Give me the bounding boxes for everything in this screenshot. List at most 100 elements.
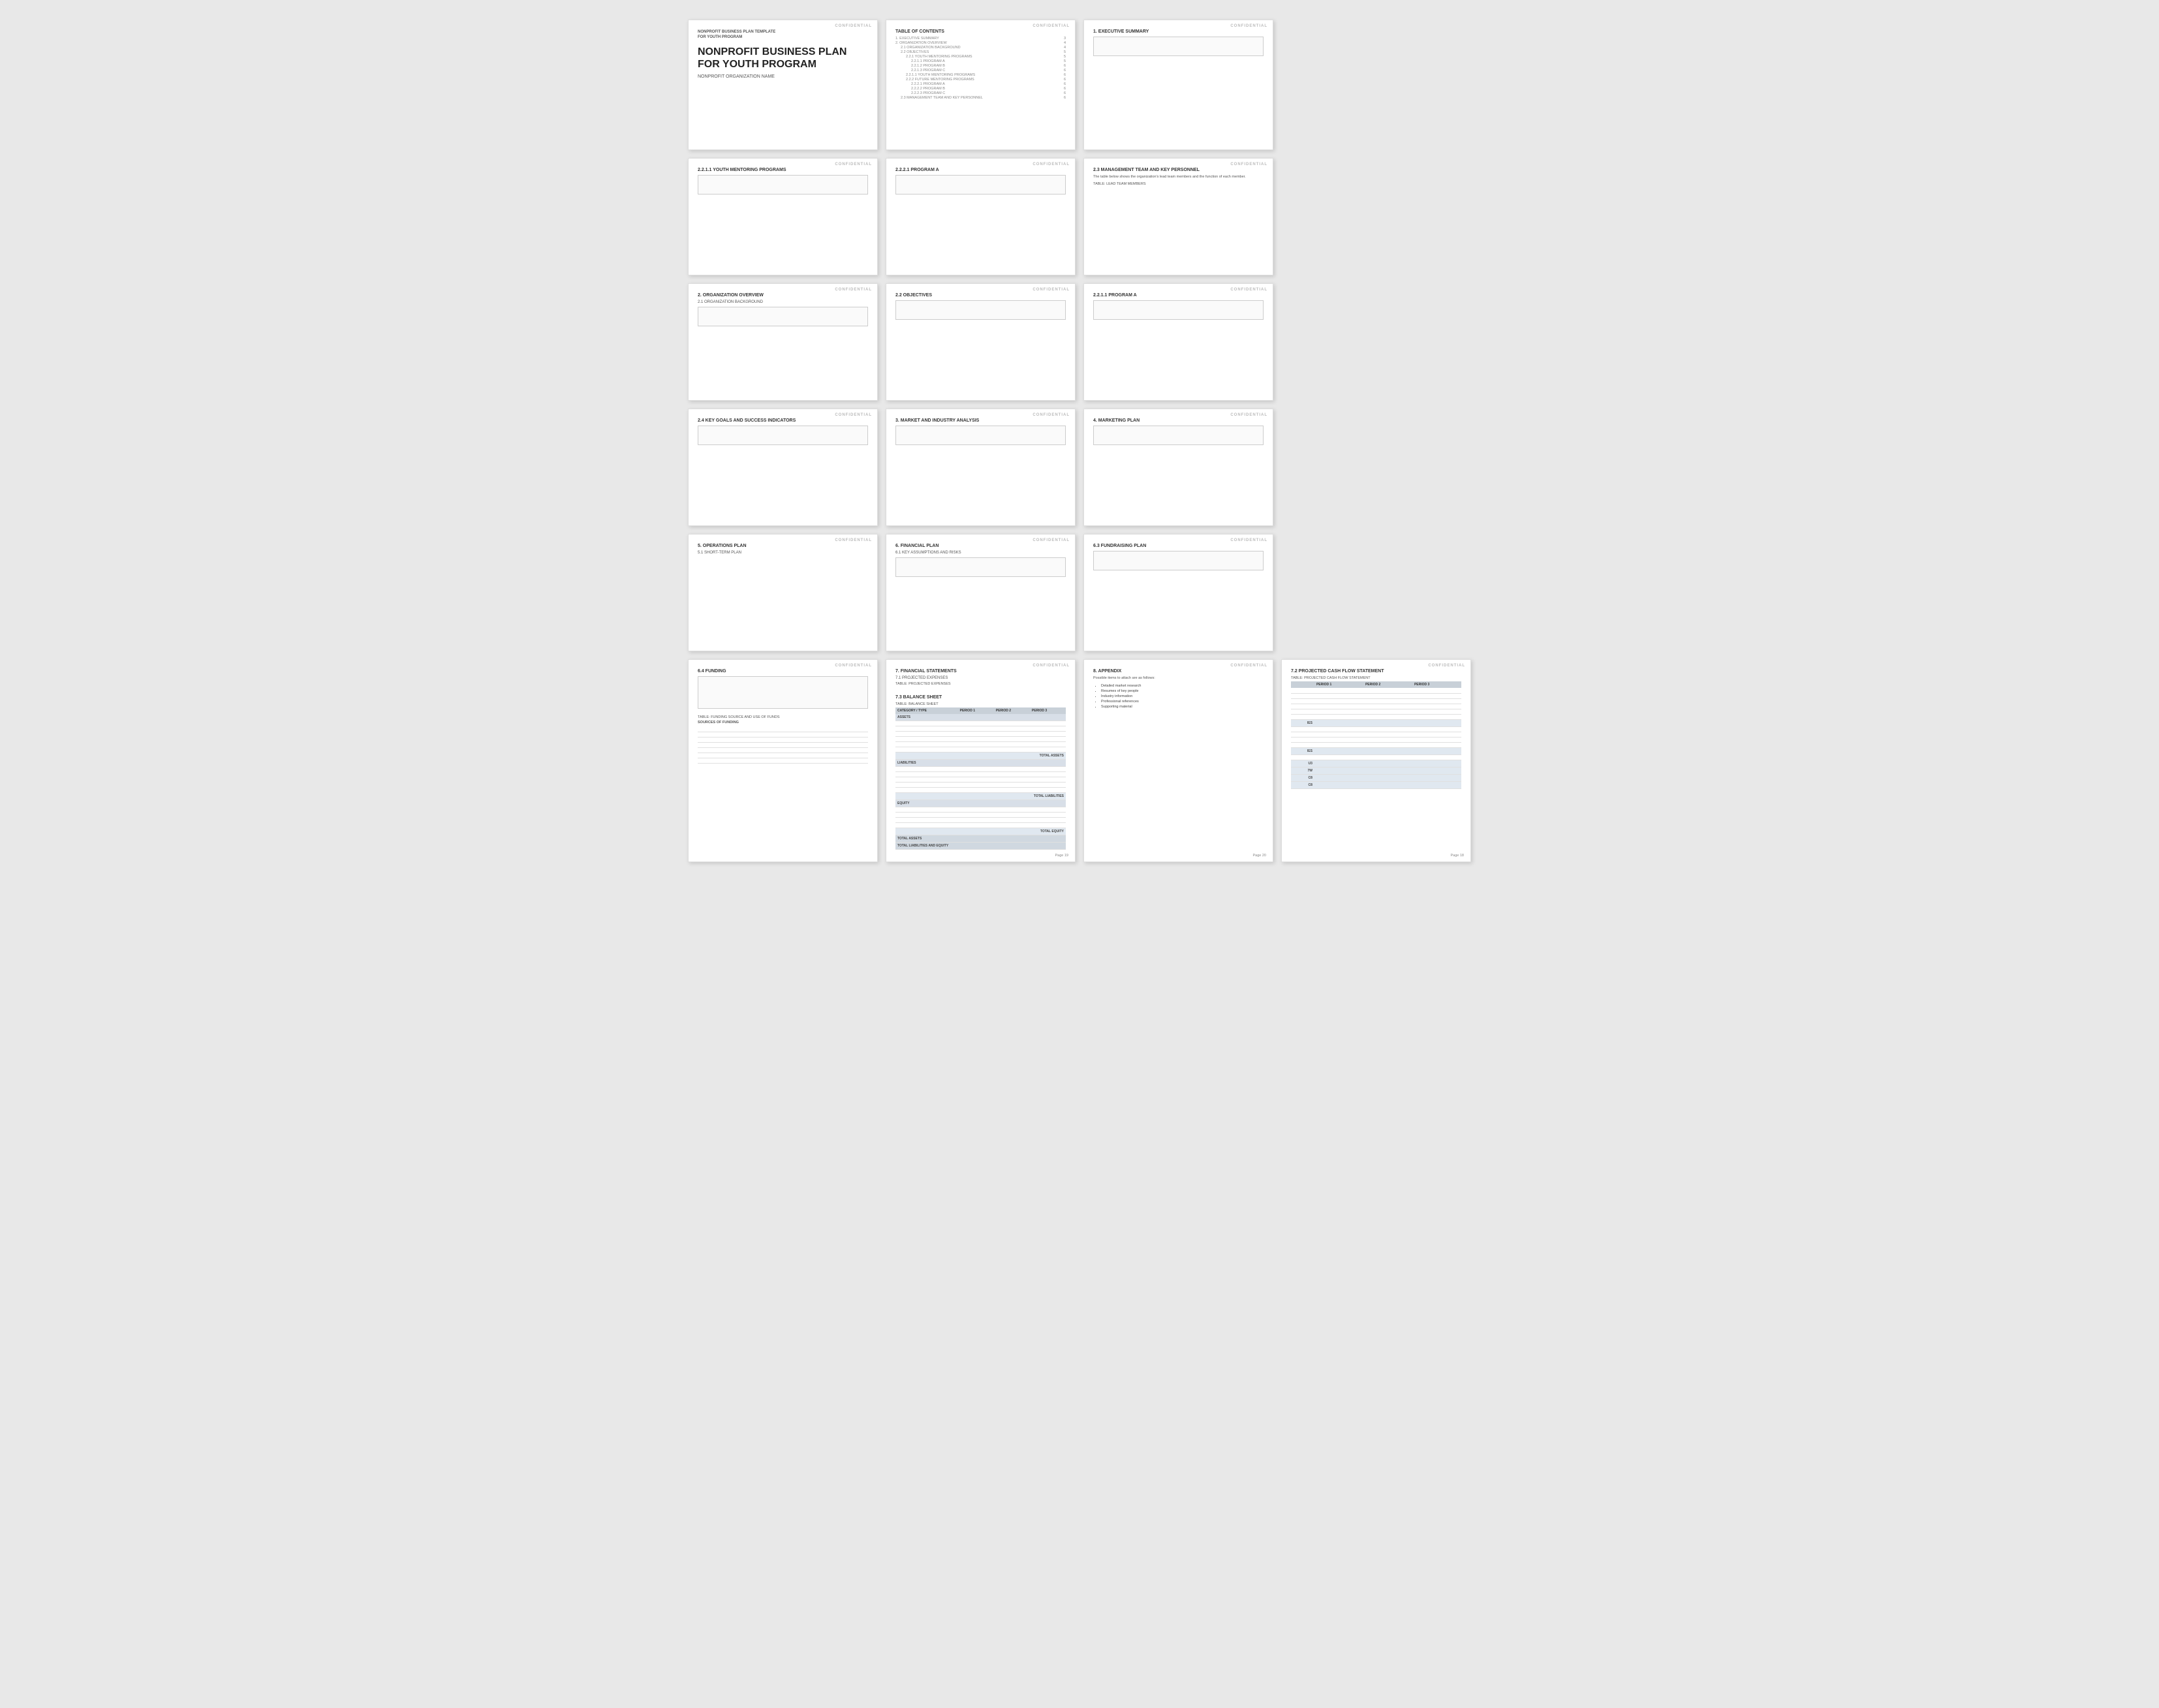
key-goals-title: 2.4 KEY GOALS AND SUCCESS INDICATORS <box>698 418 868 423</box>
total-liabilities-row: TOTAL LIABILITIES <box>895 793 1066 800</box>
financial-plan-box <box>895 557 1066 577</box>
confidential-label: CONFIDENTIAL <box>1230 413 1267 417</box>
sources-label: SOURCES OF FUNDING <box>698 721 868 724</box>
balance-sheet-table: CATEGORY / TYPE PERIOD 1 PERIOD 2 PERIOD… <box>895 707 1066 850</box>
toc-item: 2.2.1.1 PROGRAM A5 <box>895 59 1066 63</box>
page-number-19: Page 19 <box>1055 854 1069 858</box>
marketing-title: 4. MARKETING PLAN <box>1093 418 1264 423</box>
mentoring-title: 2.2.1.1 YOUTH MENTORING PROGRAMS <box>698 168 868 172</box>
funding-title: 6.4 FUNDING <box>698 669 868 674</box>
page-number-20: Page 20 <box>1253 854 1267 858</box>
fundraising-title: 6.3 FUNDRAISING PLAN <box>1093 544 1264 548</box>
u3-row: U3 <box>1291 760 1314 767</box>
page-program-a2: CONFIDENTIAL 2.2.1.1 PROGRAM A <box>1083 283 1273 401</box>
proj-expenses-subtitle: 7.1 PROJECTED EXPENSES <box>895 676 1066 680</box>
page-objectives: CONFIDENTIAL 2.2 OBJECTIVES <box>886 283 1076 401</box>
7w-row: 7W <box>1291 767 1314 774</box>
org-bg-subtitle: 2.1 ORGANIZATION BACKGROUND <box>698 300 868 304</box>
page-blank-r3c4 <box>1281 283 1471 401</box>
page-operations: CONFIDENTIAL 5. OPERATIONS PLAN 5.1 SHOR… <box>688 534 878 651</box>
program-a2-box <box>1093 300 1264 320</box>
col-period3: PERIOD 3 <box>1412 681 1461 688</box>
confidential-label: CONFIDENTIAL <box>835 24 872 28</box>
toc-item: 2.2.2.2 PROGRAM B6 <box>895 87 1066 91</box>
operations-subtitle: 5.1 SHORT-TERM PLAN <box>698 551 868 555</box>
col-period3: PERIOD 3 <box>1030 707 1066 714</box>
confidential-label: CONFIDENTIAL <box>835 538 872 542</box>
confidential-label: CONFIDENTIAL <box>1033 413 1070 417</box>
confidential-label: CONFIDENTIAL <box>1033 163 1070 166</box>
org-overview-title: 2. ORGANIZATION OVERVIEW <box>698 293 868 298</box>
toc-item: 2.2.1.3 PROGRAM C6 <box>895 69 1066 72</box>
objectives-box <box>895 300 1066 320</box>
page-financial-plan: CONFIDENTIAL 6. FINANCIAL PLAN 6.1 KEY A… <box>886 534 1076 651</box>
cash-flow-right-title: 7.2 PROJECTED CASH FLOW STATEMENT <box>1291 669 1461 674</box>
appendix-item: Supporting material <box>1101 705 1264 709</box>
funding-source-label: TABLE: FUNDING SOURCE AND USE OF FUNDS <box>698 715 868 719</box>
confidential-label: CONFIDENTIAL <box>1230 664 1267 668</box>
key-goals-box <box>698 426 868 445</box>
col-period1: PERIOD 1 <box>1314 681 1363 688</box>
col-empty <box>1291 681 1314 688</box>
ies-row-2: IES <box>1291 747 1314 754</box>
toc-item: 2.2.2.1 PROGRAM A6 <box>895 82 1066 86</box>
col-period2: PERIOD 2 <box>994 707 1030 714</box>
page-balance-sheet: CONFIDENTIAL 7. FINANCIAL STATEMENTS 7.1… <box>886 659 1076 862</box>
objectives-title: 2.2 OBJECTIVES <box>895 293 1066 298</box>
cover-big-title: NONPROFIT BUSINESS PLANFOR YOUTH PROGRAM <box>698 46 868 70</box>
toc-item: 2.2 OBJECTIVES5 <box>895 50 1066 54</box>
confidential-label: CONFIDENTIAL <box>835 163 872 166</box>
page-appendix: CONFIDENTIAL 8. APPENDIX Possible items … <box>1083 659 1273 862</box>
page-marketing: CONFIDENTIAL 4. MARKETING PLAN <box>1083 409 1273 526</box>
appendix-item: Professional references <box>1101 700 1264 704</box>
management-desc: The table below shows the organization's… <box>1093 175 1264 180</box>
equity-header: EQUITY <box>895 800 1066 807</box>
proj-expenses-label: TABLE: PROJECTED EXPENSES <box>895 682 1066 686</box>
page-blank-r5c4 <box>1281 534 1471 651</box>
marketing-box <box>1093 426 1264 445</box>
confidential-label: CONFIDENTIAL <box>1033 24 1070 28</box>
operations-title: 5. OPERATIONS PLAN <box>698 544 868 548</box>
col-period1: PERIOD 1 <box>958 707 994 714</box>
page-org-overview: CONFIDENTIAL 2. ORGANIZATION OVERVIEW 2.… <box>688 283 878 401</box>
market-box <box>895 426 1066 445</box>
management-title: 2.3 MANAGEMENT TEAM AND KEY PERSONNEL <box>1093 168 1264 172</box>
confidential-label: CONFIDENTIAL <box>1033 538 1070 542</box>
c8-row-2: C8 <box>1291 781 1314 788</box>
liabilities-header: LIABILITIES <box>895 760 1066 767</box>
appendix-list: Detailed market research Resumes of key … <box>1093 684 1264 709</box>
page-program-a1: CONFIDENTIAL 2.2.2.1 PROGRAM A <box>886 158 1076 275</box>
confidential-label: CONFIDENTIAL <box>1033 664 1070 668</box>
fundraising-box <box>1093 551 1264 570</box>
appendix-desc: Possible items to attach are as follows: <box>1093 676 1264 681</box>
exec-summary-title: 1. EXECUTIVE SUMMARY <box>1093 29 1264 34</box>
document-grid: CONFIDENTIAL NONPROFIT BUSINESS PLAN TEM… <box>688 20 1471 862</box>
financial-stmts-title: 7. FINANCIAL STATEMENTS <box>895 669 1066 674</box>
balance-sheet-table-label: TABLE: BALANCE SHEET <box>895 702 1066 706</box>
appendix-item: Detailed market research <box>1101 684 1264 688</box>
toc-item: 2.3 MANAGEMENT TEAM AND KEY PERSONNEL6 <box>895 96 1066 100</box>
cover-top-label: NONPROFIT BUSINESS PLAN TEMPLATEFOR YOUT… <box>698 29 868 40</box>
confidential-label: CONFIDENTIAL <box>1230 538 1267 542</box>
confidential-label: CONFIDENTIAL <box>1428 664 1465 668</box>
page-market: CONFIDENTIAL 3. MARKET AND INDUSTRY ANAL… <box>886 409 1076 526</box>
mentoring-box <box>698 175 868 194</box>
cash-flow-right-table-label: TABLE: PROJECTED CASH FLOW STATEMENT <box>1291 676 1461 680</box>
confidential-label: CONFIDENTIAL <box>835 288 872 292</box>
exec-summary-box <box>1093 37 1264 56</box>
toc-item: 2.2.2.3 PROGRAM C6 <box>895 91 1066 95</box>
funding-source-table <box>698 726 868 764</box>
funding-box <box>698 676 868 709</box>
program-a1-title: 2.2.2.1 PROGRAM A <box>895 168 1066 172</box>
toc-item: 2.2.1.1 YOUTH MENTORING PROGRAMS6 <box>895 73 1066 77</box>
page-blank-r2c4 <box>1281 158 1471 275</box>
assets-header: ASSETS <box>895 714 1066 721</box>
toc-item: 2.2.1.2 PROGRAM B6 <box>895 64 1066 68</box>
ies-row-1: IES <box>1291 719 1314 726</box>
confidential-label: CONFIDENTIAL <box>1033 288 1070 292</box>
page-blank-r4c4 <box>1281 409 1471 526</box>
financial-plan-subtitle: 6.1 KEY ASSUMPTIONS AND RISKS <box>895 551 1066 555</box>
toc-title: TABLE OF CONTENTS <box>895 29 1066 34</box>
col-category: CATEGORY / TYPE <box>895 707 958 714</box>
page-cash-flow-right: CONFIDENTIAL 7.2 PROJECTED CASH FLOW STA… <box>1281 659 1471 862</box>
